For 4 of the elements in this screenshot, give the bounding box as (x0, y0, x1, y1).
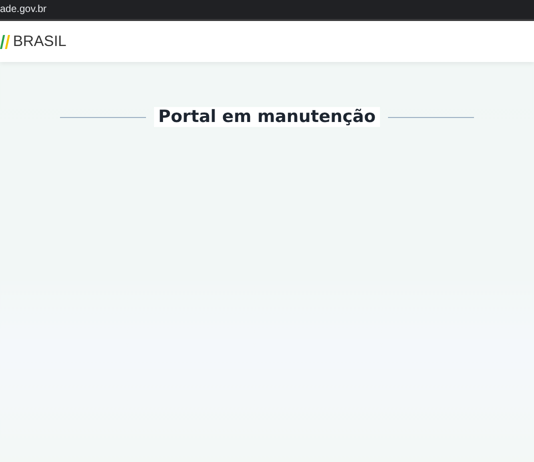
url-text[interactable]: ade.gov.br (0, 4, 47, 15)
page-title: Portal em manutenção (154, 107, 380, 127)
brand-name[interactable]: BRASIL (13, 33, 66, 50)
logo-stripes-icon (0, 34, 10, 48)
